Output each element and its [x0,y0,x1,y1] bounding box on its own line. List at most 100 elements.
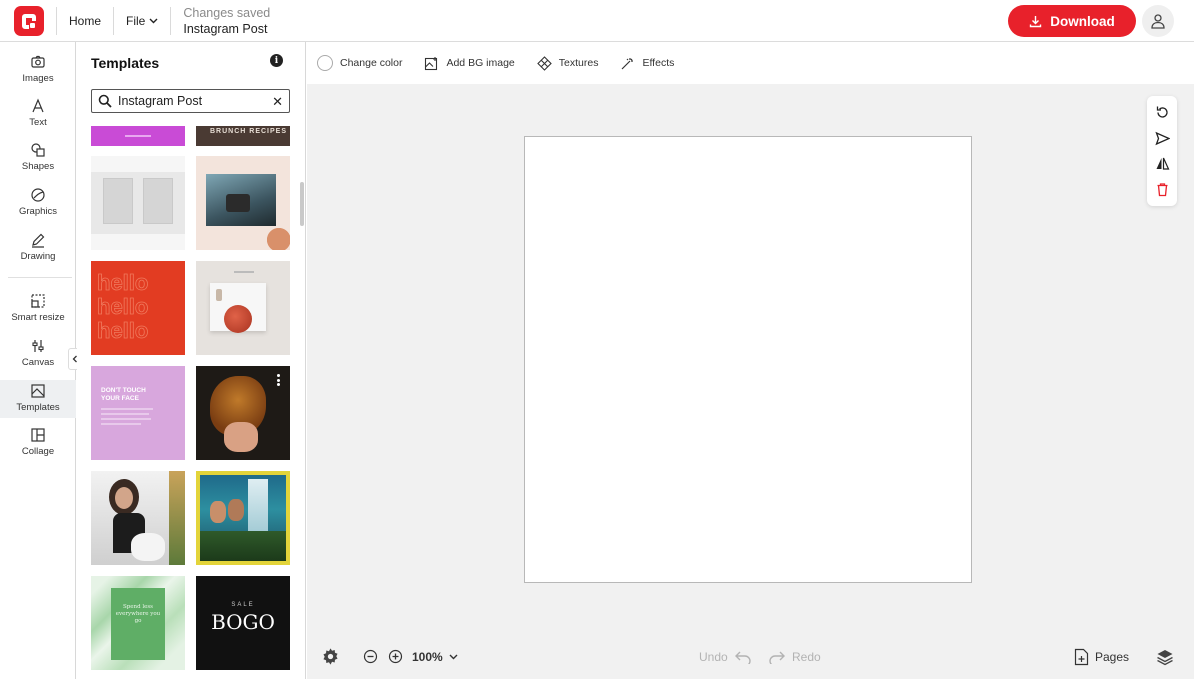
template-autumn-leaves-hands[interactable] [196,366,290,460]
shapes-icon [31,143,45,157]
undo-label: Undo [699,649,728,664]
left-tool-rail: Images Text Shapes Graphics Drawing Smar… [0,42,82,679]
rail-item-images[interactable]: Images [0,54,76,94]
settings-icon[interactable] [321,647,340,666]
top-bar: Home File Changes saved Instagram Post D… [0,0,1194,42]
zoom-out-icon[interactable] [363,649,378,664]
add-image-icon [425,56,438,70]
divider [170,6,172,35]
template-green-marble[interactable]: Spend less everywhere you go [91,576,185,670]
user-account-button[interactable] [1142,5,1174,37]
chevron-down-icon [149,18,158,23]
redo-button[interactable]: Redo [768,650,821,664]
templates-icon [31,384,45,398]
rail-label-smart-resize: Smart resize [11,312,65,323]
save-status: Changes saved [183,5,271,20]
rail-label-canvas: Canvas [21,357,55,368]
collage-icon [31,428,45,442]
template-red-bowl[interactable] [196,261,290,355]
graphics-icon [31,188,45,202]
camera-icon [31,55,45,68]
template-green-text: Spend less everywhere you go [115,604,161,624]
rail-item-smart-resize[interactable]: Smart resize [0,293,76,333]
textures-label: Textures [558,57,599,69]
file-menu[interactable]: File [126,10,158,32]
zoom-level-dropdown[interactable]: 100% [412,650,458,664]
rail-label-graphics: Graphics [18,206,57,217]
rail-item-collage[interactable]: Collage [0,427,76,467]
textures-icon [536,55,552,71]
template-bogo-text: BOGO [211,610,275,634]
sliders-icon [32,340,44,352]
template-brunch-text: BRUNCH RECIPES [210,128,288,135]
change-color-button[interactable]: Change color [317,55,402,71]
rotate-icon[interactable] [1152,103,1172,123]
color-swatch-icon [317,55,333,71]
add-bg-image-label: Add BG image [446,57,515,69]
rail-divider [8,277,72,278]
template-search[interactable]: ✕ [91,89,290,113]
panel-title: Templates [91,55,160,71]
file-menu-label[interactable]: File [126,10,145,32]
rail-label-drawing: Drawing [20,251,56,262]
templates-grid: BRUNCH RECIPES hello hello hello DON'T T… [91,122,291,679]
flip-icon[interactable] [1152,154,1172,174]
zoom-in-icon[interactable] [388,649,403,664]
template-dont-touch-your-face[interactable]: DON'T TOUCH YOUR FACE [91,366,185,460]
canvas-side-tools [1147,96,1177,206]
info-icon[interactable]: i [270,54,283,67]
user-icon [1151,14,1165,29]
change-color-label: Change color [340,57,403,69]
home-link[interactable]: Home [69,10,101,32]
effects-button[interactable]: Effects [620,56,674,71]
document-status: Changes saved Instagram Post [183,5,270,37]
document-name[interactable]: Instagram Post [183,21,270,37]
template-grey-paper-collage[interactable] [91,156,185,250]
design-artboard[interactable] [524,136,972,583]
layers-icon[interactable] [1156,648,1174,666]
pen-icon [32,233,45,248]
template-sale-bogo[interactable]: SALE BOGO [196,576,290,670]
pages-button[interactable]: Pages [1074,648,1129,666]
rail-item-templates[interactable]: Templates [0,380,76,418]
rail-item-graphics[interactable]: Graphics [0,187,76,227]
panel-scrollbar[interactable] [300,182,304,226]
template-options-icon[interactable] [272,372,284,388]
pages-label: Pages [1095,649,1130,664]
resize-icon [31,294,45,308]
rail-item-canvas[interactable]: Canvas [0,338,76,378]
template-purple-banner[interactable] [91,126,185,146]
redo-label: Redo [792,649,821,664]
template-coffee-hand-photo[interactable] [196,156,290,250]
clear-search-icon[interactable]: ✕ [272,94,283,110]
divider [113,6,115,35]
undo-button[interactable]: Undo [699,650,752,664]
rail-item-shapes[interactable]: Shapes [0,142,76,182]
add-bg-image-button[interactable]: Add BG image [424,56,515,71]
template-woman-portrait[interactable] [91,471,185,565]
search-input[interactable] [118,94,268,108]
rail-label-text: Text [29,117,47,128]
template-hello-text: hello hello hello [97,270,149,343]
template-hello-red[interactable]: hello hello hello [91,261,185,355]
download-button[interactable]: Download [1008,5,1136,37]
download-label: Download [1050,13,1115,29]
search-icon [98,94,112,108]
chevron-down-icon [449,654,458,659]
text-icon [32,98,44,113]
divider [56,6,57,35]
template-couple-waterfall[interactable] [196,471,290,565]
rail-item-drawing[interactable]: Drawing [0,232,76,272]
template-brunch-recipes[interactable]: BRUNCH RECIPES [196,126,290,146]
template-dont-touch-text: DON'T TOUCH YOUR FACE [101,387,146,402]
template-sale-text: SALE [231,602,255,608]
send-icon[interactable] [1152,128,1172,148]
add-page-icon [1074,648,1089,665]
trash-icon[interactable] [1152,179,1172,199]
effects-label: Effects [642,57,675,69]
app-logo-icon[interactable] [14,5,44,36]
textures-button[interactable]: Textures [536,55,599,71]
rail-label-templates: Templates [16,402,60,413]
zoom-level-value: 100% [412,649,443,664]
rail-item-text[interactable]: Text [0,98,76,138]
